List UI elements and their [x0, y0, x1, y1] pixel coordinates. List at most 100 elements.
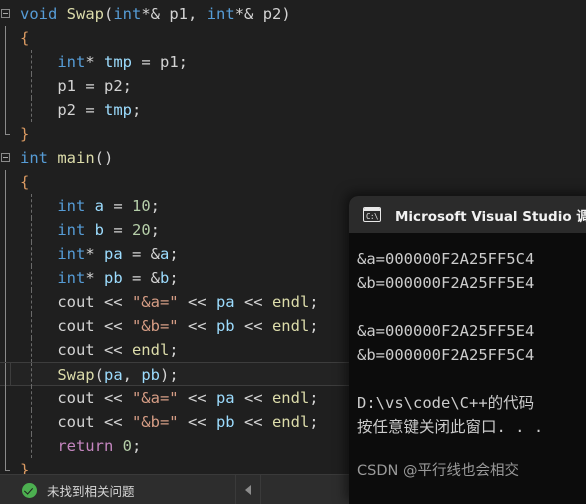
code-token: pa	[103, 245, 123, 263]
code-token: <<	[234, 293, 272, 311]
code-token: <<	[94, 341, 132, 359]
region-bracket-line	[5, 410, 6, 434]
region-bracket-line	[5, 194, 6, 218]
console-output-line: &b=000000F2A25FF5E4	[357, 274, 535, 292]
code-token: ;	[169, 341, 179, 359]
code-token: (	[94, 366, 104, 384]
indent-guide	[31, 218, 32, 242]
code-token: a	[94, 197, 104, 215]
code-token: "&a="	[131, 389, 179, 407]
code-token: p1	[159, 53, 179, 71]
code-token: )	[160, 366, 170, 384]
visual-studio-screenshot: void Swap(int*& p1, int*& p2){int* tmp =…	[0, 0, 586, 504]
console-window-title: Microsoft Visual Studio 调试	[395, 208, 586, 225]
code-token: tmp	[103, 53, 132, 71]
console-title-bar[interactable]: C:\ Microsoft Visual Studio 调试	[349, 196, 586, 233]
code-token: ;	[169, 269, 179, 287]
code-line[interactable]: int* tmp = p1;	[0, 50, 586, 74]
region-bracket-line	[5, 122, 10, 135]
region-bracket-line	[5, 290, 6, 314]
code-token: int	[20, 149, 48, 167]
code-line[interactable]: {	[0, 170, 586, 194]
code-token: }	[20, 125, 30, 143]
code-token: pb	[215, 413, 235, 431]
scroll-left-button[interactable]	[236, 475, 260, 504]
code-token: pa	[215, 389, 235, 407]
code-token: void	[20, 5, 58, 23]
code-token: "&a="	[131, 293, 179, 311]
code-token: pb	[141, 366, 160, 384]
code-token: *	[85, 53, 104, 71]
code-token: p2	[103, 77, 123, 95]
code-token: 10	[132, 197, 151, 215]
indent-guide	[31, 50, 32, 74]
code-token: *	[85, 269, 104, 287]
code-token: endl	[271, 413, 310, 431]
region-bracket-line	[5, 363, 6, 387]
region-bracket-line	[5, 458, 10, 471]
code-token: p2	[57, 101, 76, 119]
code-token: pb	[103, 269, 123, 287]
code-token: 20	[132, 221, 151, 239]
code-token: int	[113, 5, 142, 23]
collapse-region-icon[interactable]	[1, 153, 10, 162]
code-token: Swap	[66, 5, 104, 23]
console-output: &a=000000F2A25FF5C4 &b=000000F2A25FF5E4 &a…	[349, 233, 586, 483]
code-token: main	[57, 149, 95, 167]
console-output-line: 按任意键关闭此窗口. . .	[357, 418, 544, 436]
indent-guide	[31, 386, 32, 410]
region-bracket-line	[5, 242, 6, 266]
region-bracket-line	[5, 266, 6, 290]
code-line[interactable]: void Swap(int*& p1, int*& p2)	[0, 2, 586, 26]
console-window[interactable]: C:\ Microsoft Visual Studio 调试 &a=000000…	[349, 196, 586, 504]
code-token: endl	[131, 341, 170, 359]
region-bracket-line	[5, 386, 6, 410]
code-token: int	[57, 245, 86, 263]
current-line-border-left	[10, 362, 11, 386]
code-token: <<	[94, 413, 132, 431]
code-line[interactable]: {	[0, 26, 586, 50]
code-line-text: void Swap(int*& p1, int*& p2)	[12, 2, 586, 26]
code-token: pb	[215, 317, 235, 335]
code-token: =	[75, 77, 104, 95]
console-output-line: D:\vs\code\C++的代码	[357, 394, 535, 412]
code-token: "&b="	[131, 317, 179, 335]
code-line-text: }	[12, 122, 586, 146]
code-token: endl	[271, 317, 310, 335]
code-line[interactable]: p2 = tmp;	[0, 98, 586, 122]
code-token: int	[206, 5, 235, 23]
code-token: a	[159, 245, 170, 263]
region-bracket-line	[5, 50, 6, 74]
code-token: endl	[271, 389, 310, 407]
indent-guide	[31, 290, 32, 314]
code-token: endl	[271, 293, 310, 311]
code-token: b	[159, 269, 170, 287]
code-token: ;	[132, 437, 142, 455]
collapse-region-icon[interactable]	[1, 9, 10, 18]
region-bracket-line	[5, 434, 6, 458]
code-token: =	[75, 101, 104, 119]
code-token: <<	[178, 389, 216, 407]
console-output-line: &a=000000F2A25FF5E4	[357, 322, 535, 340]
region-bracket-line	[5, 218, 6, 242]
code-line[interactable]: p1 = p2;	[0, 74, 586, 98]
code-token: <<	[178, 293, 216, 311]
code-line[interactable]: int main()	[0, 146, 586, 170]
code-line-text: {	[12, 26, 586, 50]
console-output-line: &a=000000F2A25FF5C4	[357, 250, 535, 268]
region-bracket-line	[5, 338, 6, 362]
code-token: (	[104, 5, 114, 23]
code-token: ;	[150, 221, 161, 239]
indent-guide	[31, 410, 32, 434]
code-token: b	[94, 221, 104, 239]
code-token: = &	[122, 269, 160, 287]
code-token: = &	[122, 245, 160, 263]
indent-guide	[31, 434, 32, 458]
code-line-text: p2 = tmp;	[12, 98, 586, 122]
code-line[interactable]: }	[0, 122, 586, 146]
code-token: cout	[57, 413, 95, 431]
